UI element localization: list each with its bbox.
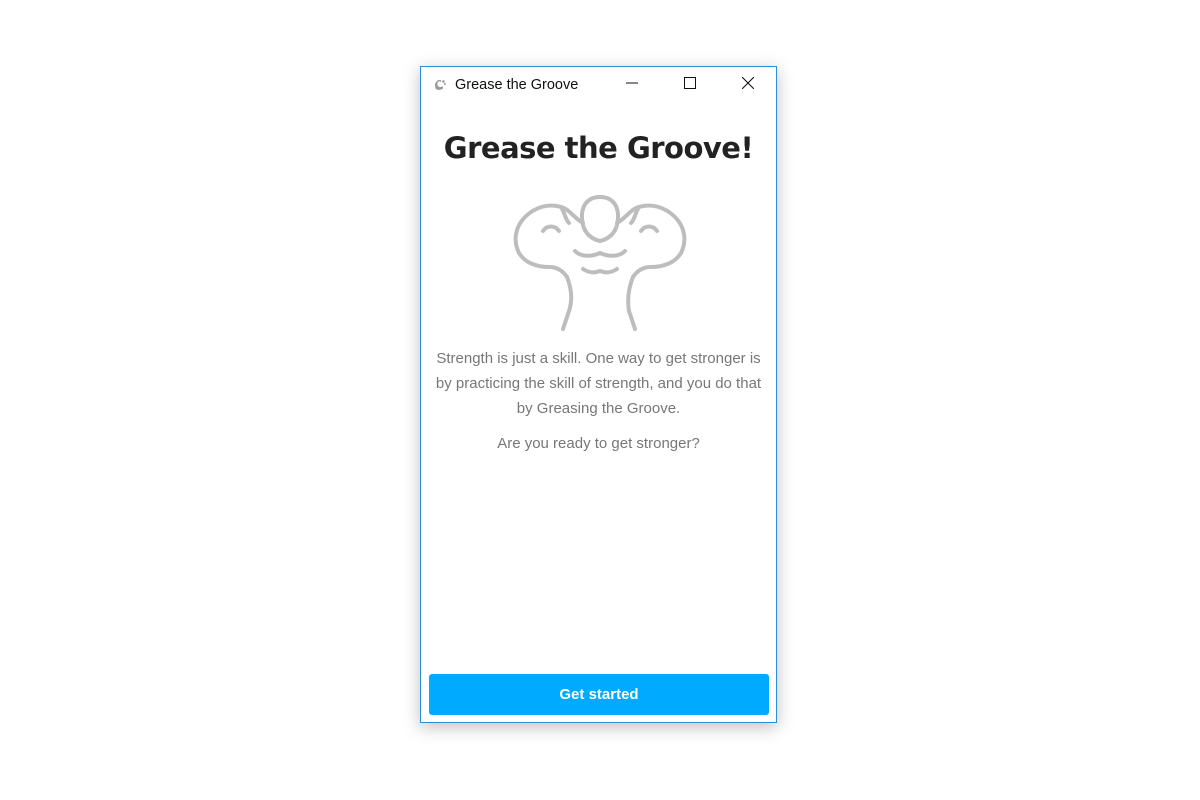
page-title: Grease the Groove! <box>443 131 754 165</box>
close-icon <box>741 76 755 94</box>
welcome-screen: Grease the Groove! Strength is just a sk… <box>421 105 776 722</box>
window-title: Grease the Groove <box>455 77 579 93</box>
minimize-icon <box>626 76 638 94</box>
intro-description: Strength is just a skill. One way to get… <box>435 350 762 417</box>
app-logo-icon <box>433 78 447 92</box>
maximize-button[interactable] <box>661 67 719 103</box>
app-window: Grease the Groove Grease the Groove! Str… <box>420 66 777 723</box>
close-button[interactable] <box>719 67 777 103</box>
title-bar[interactable]: Grease the Groove <box>421 67 776 105</box>
get-started-button[interactable]: Get started <box>429 674 769 715</box>
minimize-button[interactable] <box>603 67 661 103</box>
flexing-strongman-icon <box>513 195 687 331</box>
intro-question: Are you ready to get stronger? <box>497 435 700 452</box>
maximize-icon <box>684 76 696 94</box>
